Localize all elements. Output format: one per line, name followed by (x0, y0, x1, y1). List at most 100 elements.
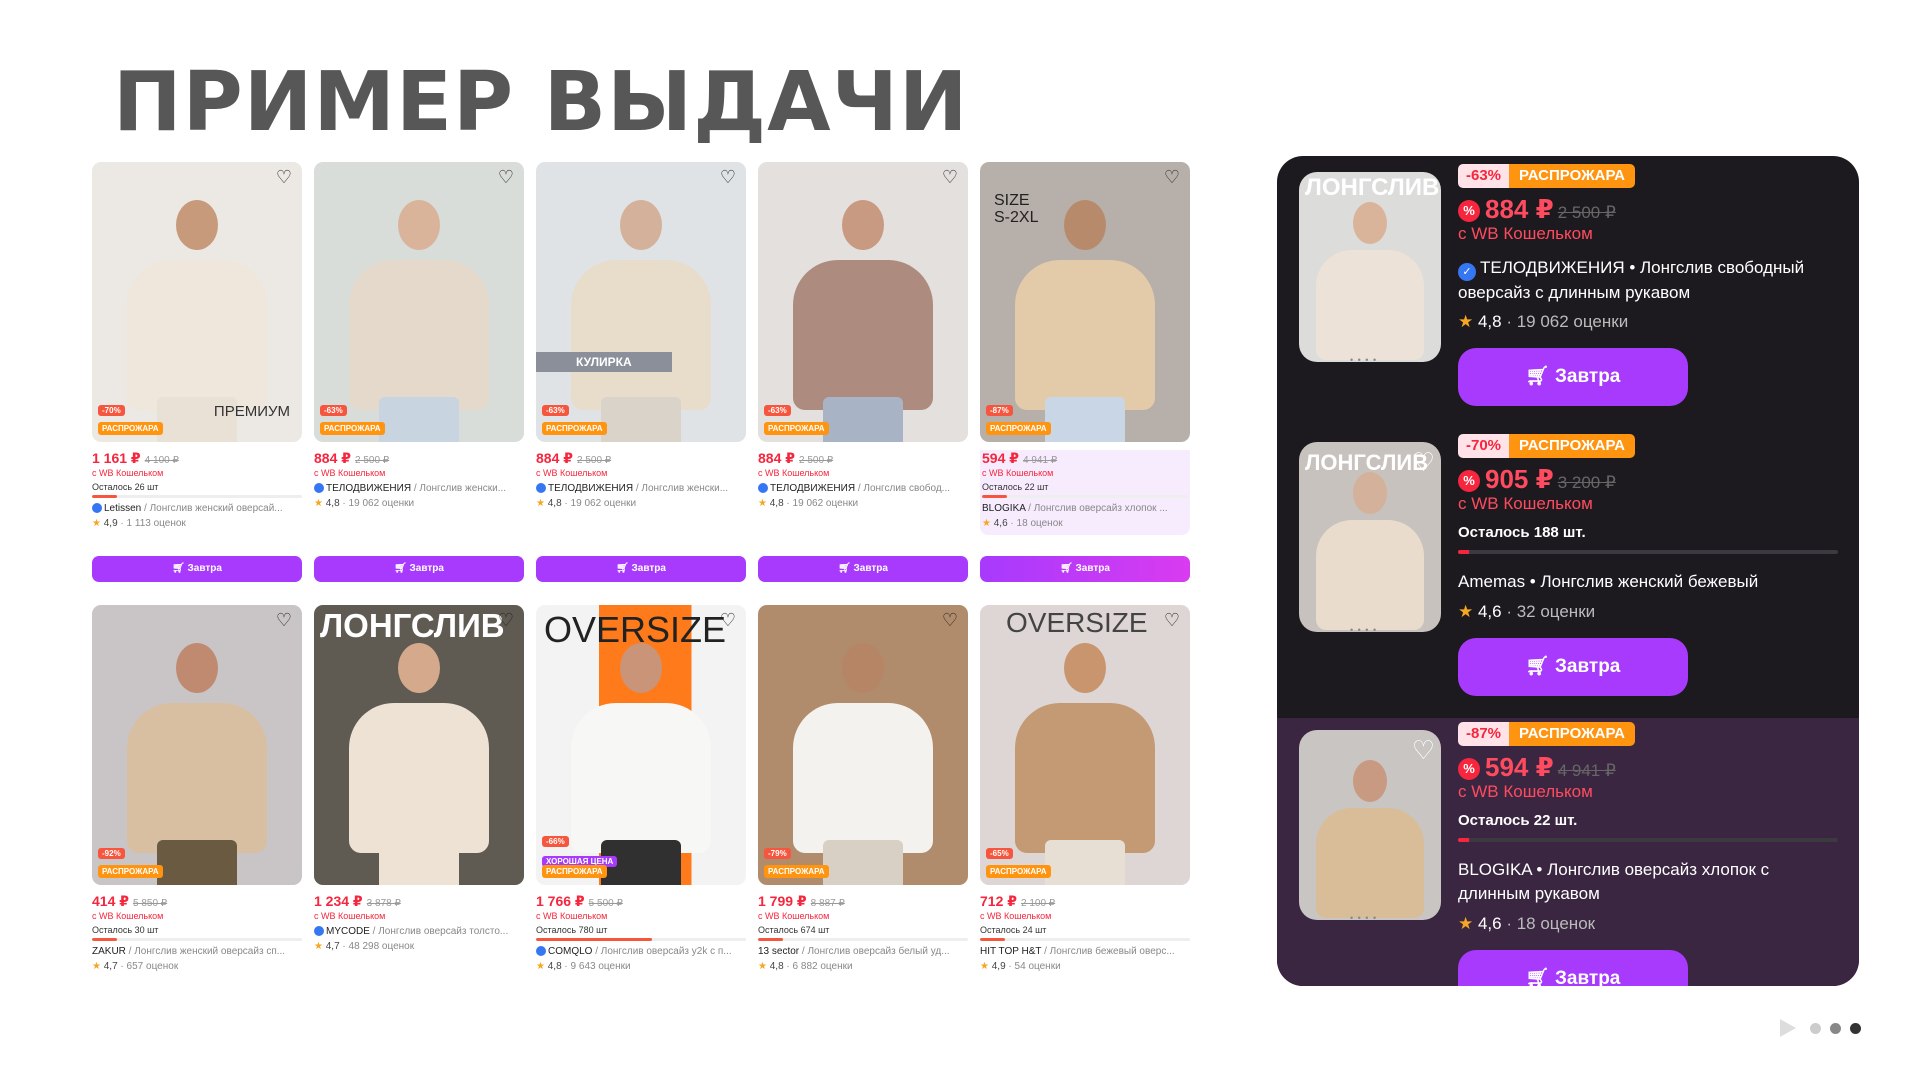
product-photo[interactable]: КУЛИРКА ♡ -63% РАСПРОЖАРА (536, 162, 746, 442)
brand-line[interactable]: ZAKUR / Лонгслив женский оверсайз сп... (92, 946, 302, 957)
wallet-note: с WB Кошельком (982, 468, 1054, 478)
favorite-heart-icon[interactable]: ♡ (940, 168, 960, 188)
photo-dots: • • • • (1350, 355, 1378, 365)
product-title: / Лонгслив женский оверсай... (141, 503, 283, 514)
rating-line: ★ 4,7 · 657 оценок (92, 961, 302, 972)
panel-product[interactable]: ЛОНГСЛИВ • • • • -63% РАСПРОЖАРА% 884 ₽2 500… (1277, 160, 1859, 440)
verified-check-icon (536, 946, 546, 957)
add-to-cart-button[interactable]: 🛒︎ Завтра (1458, 638, 1688, 696)
favorite-heart-icon[interactable]: ♡ (1412, 736, 1435, 764)
product-title-block[interactable]: BLOGIKA • Лонгслив оверсайз хлопок с дли… (1458, 858, 1838, 906)
favorite-heart-icon[interactable]: ♡ (274, 168, 294, 188)
favorite-heart-icon[interactable]: ♡ (940, 611, 960, 631)
stock-left: Осталось 30 шт (92, 925, 159, 935)
discount-badge: -79% (764, 848, 791, 859)
favorite-heart-icon[interactable]: ♡ (1412, 448, 1435, 476)
rating-value: 4,6 (993, 518, 1008, 529)
discount-badge: -70% (98, 405, 125, 416)
price-line: % 905 ₽3 200 ₽ (1458, 464, 1616, 495)
sale-badge: РАСПРОЖАРА (986, 422, 1051, 435)
pager-dot-1[interactable] (1810, 1023, 1821, 1034)
photo-overlay-text: SIZE S-2XL (994, 192, 1039, 226)
add-to-cart-button[interactable]: 🛒︎ Завтра (1458, 348, 1688, 406)
wallet-note: с WB Кошельком (92, 911, 164, 921)
product-info: 712 ₽ 2 100 ₽ с WB Кошельком Осталось 24 шт… (980, 893, 1190, 972)
brand-line[interactable]: HIT TOP H&T / Лонгслив бежевый оверс... (980, 946, 1190, 957)
page-title: ПРИМЕР ВЫДАЧИ (113, 55, 969, 150)
add-to-cart-button[interactable]: 🛒︎ Завтра (92, 556, 302, 582)
product-photo[interactable]: ♡ -63% РАСПРОЖАРА (314, 162, 524, 442)
brand-line[interactable]: ТЕЛОДВИЖЕНИЯ / Лонгслив женски... (314, 483, 524, 494)
brand-line[interactable]: COMQLO / Лонгслив оверсайз y2k с п... (536, 946, 746, 957)
product-photo[interactable]: ЛОНГСЛИВ ♡ (314, 605, 524, 885)
product-photo[interactable]: OVERSIZE ♡ -65% РАСПРОЖАРА (980, 605, 1190, 885)
product-photo[interactable]: OVERSIZE ♡ ХОРОШАЯ ЦЕНА -66% РАСПРОЖАРА (536, 605, 746, 885)
badges: -87% РАСПРОЖАРА (1458, 722, 1635, 746)
stock-bar (1458, 550, 1838, 554)
price-line: 1 799 ₽8 887 ₽ (758, 893, 968, 910)
product-photo[interactable]: ♡ (1299, 730, 1441, 920)
wallet-note: с WB Кошельком (980, 911, 1052, 921)
favorite-heart-icon[interactable]: ♡ (1162, 611, 1182, 631)
product-photo[interactable]: ЛОНГСЛИВ (1299, 172, 1441, 362)
favorite-heart-icon[interactable]: ♡ (274, 611, 294, 631)
stock-bar (92, 495, 302, 498)
play-icon[interactable] (1780, 1019, 1796, 1037)
brand-line[interactable]: ТЕЛОДВИЖЕНИЯ / Лонгслив свобод... (758, 483, 968, 494)
favorite-heart-icon[interactable]: ♡ (718, 168, 738, 188)
product-photo[interactable]: SIZE S-2XL ♡ -87% РАСПРОЖАРА (980, 162, 1190, 442)
product-photo[interactable]: ♡ -92% РАСПРОЖАРА (92, 605, 302, 885)
favorite-heart-icon[interactable]: ♡ (718, 611, 738, 631)
brand-name: ТЕЛОДВИЖЕНИЯ (770, 483, 856, 494)
add-to-cart-button[interactable]: 🛒︎ Завтра (536, 556, 746, 582)
product-title-block[interactable]: Amemas • Лонгслив женский бежевый (1458, 570, 1838, 594)
brand-line[interactable]: BLOGIKA / Лонгслив оверсайз хлопок ... (982, 503, 1188, 514)
product-title-block[interactable]: ✓ ТЕЛОДВИЖЕНИЯ • Лонгслив свободный оверс… (1458, 256, 1838, 305)
favorite-heart-icon[interactable]: ♡ (1162, 168, 1182, 188)
rating-line: ★ 4,6 · 32 оценки (1458, 602, 1595, 622)
price-line: 712 ₽ 2 100 ₽ (980, 893, 1190, 910)
model-top (793, 260, 933, 410)
add-to-cart-button[interactable]: 🛒︎ Завтра (314, 556, 524, 582)
button-label: Завтра (1555, 366, 1621, 387)
review-count: · 18 оценок (1501, 914, 1596, 933)
add-to-cart-button[interactable]: 🛒︎ Завтра (1458, 950, 1688, 986)
photo-overlay-text: КУЛИРКА (536, 352, 672, 372)
rating-line: ★ 4,6 · 18 оценок (982, 518, 1188, 529)
rating-value: 4,8 (769, 961, 784, 972)
star-icon: ★ (980, 961, 992, 972)
favorite-heart-icon[interactable]: ♡ (496, 611, 516, 631)
product-photo[interactable]: ♡ -63% РАСПРОЖАРА (758, 162, 968, 442)
rating-value: 4,9 (103, 518, 118, 529)
pager-dot-2[interactable] (1830, 1023, 1841, 1034)
sale-badge: РАСПРОЖАРА (1509, 164, 1635, 188)
wallet-note: с WB Кошельком (758, 911, 830, 921)
rating-line: ★ 4,7 · 48 298 оценок (314, 941, 524, 952)
wallet-note: с WB Кошельком (536, 911, 608, 921)
old-price: 2 100 ₽ (1021, 898, 1056, 909)
add-to-cart-button[interactable]: 🛒︎ Завтра (980, 556, 1190, 582)
product-photo[interactable]: ПРЕМИУМ ♡ -70% РАСПРОЖАРА (92, 162, 302, 442)
favorite-heart-icon[interactable]: ♡ (496, 168, 516, 188)
brand-line[interactable]: MYCODE / Лонгслив оверсайз толсто... (314, 926, 524, 937)
verified-check-icon: ✓ (1458, 263, 1476, 281)
photo-overlay-text: ЛОНГСЛИВ (320, 607, 505, 644)
pager-dot-3[interactable] (1850, 1023, 1861, 1034)
brand-line[interactable]: Letissen / Лонгслив женский оверсай... (92, 503, 302, 514)
product-photo[interactable]: ♡ -79% РАСПРОЖАРА (758, 605, 968, 885)
brand-line[interactable]: 13 sector / Лонгслив оверсайз белый уд..… (758, 946, 968, 957)
model-top (349, 703, 489, 853)
sale-badge: РАСПРОЖАРА (764, 865, 829, 878)
panel-product[interactable]: ♡ • • • • -87% РАСПРОЖАРА% 594 ₽4 941 ₽ с WB … (1277, 718, 1859, 986)
star-icon: ★ (536, 961, 548, 972)
panel-product[interactable]: ЛОНГСЛИВ ♡ • • • • -70% РАСПРОЖАРА% 905 ₽3 20… (1277, 430, 1859, 710)
model-head (398, 200, 440, 250)
badges: -63% РАСПРОЖАРА (1458, 164, 1635, 188)
product-photo[interactable]: ЛОНГСЛИВ ♡ (1299, 442, 1441, 632)
brand-line[interactable]: ТЕЛОДВИЖЕНИЯ / Лонгслив женски... (536, 483, 746, 494)
price: 594 ₽ (1485, 752, 1554, 782)
add-to-cart-button[interactable]: 🛒︎ Завтра (758, 556, 968, 582)
product-info: 884 ₽ 2 500 ₽ с WB Кошельком ТЕЛОДВИЖЕНИЯ /… (536, 450, 746, 509)
product-info: 1 234 ₽3 878 ₽ с WB Кошельком MYCODE / Лон… (314, 893, 524, 952)
stock-left: Осталось 24 шт (980, 925, 1047, 935)
